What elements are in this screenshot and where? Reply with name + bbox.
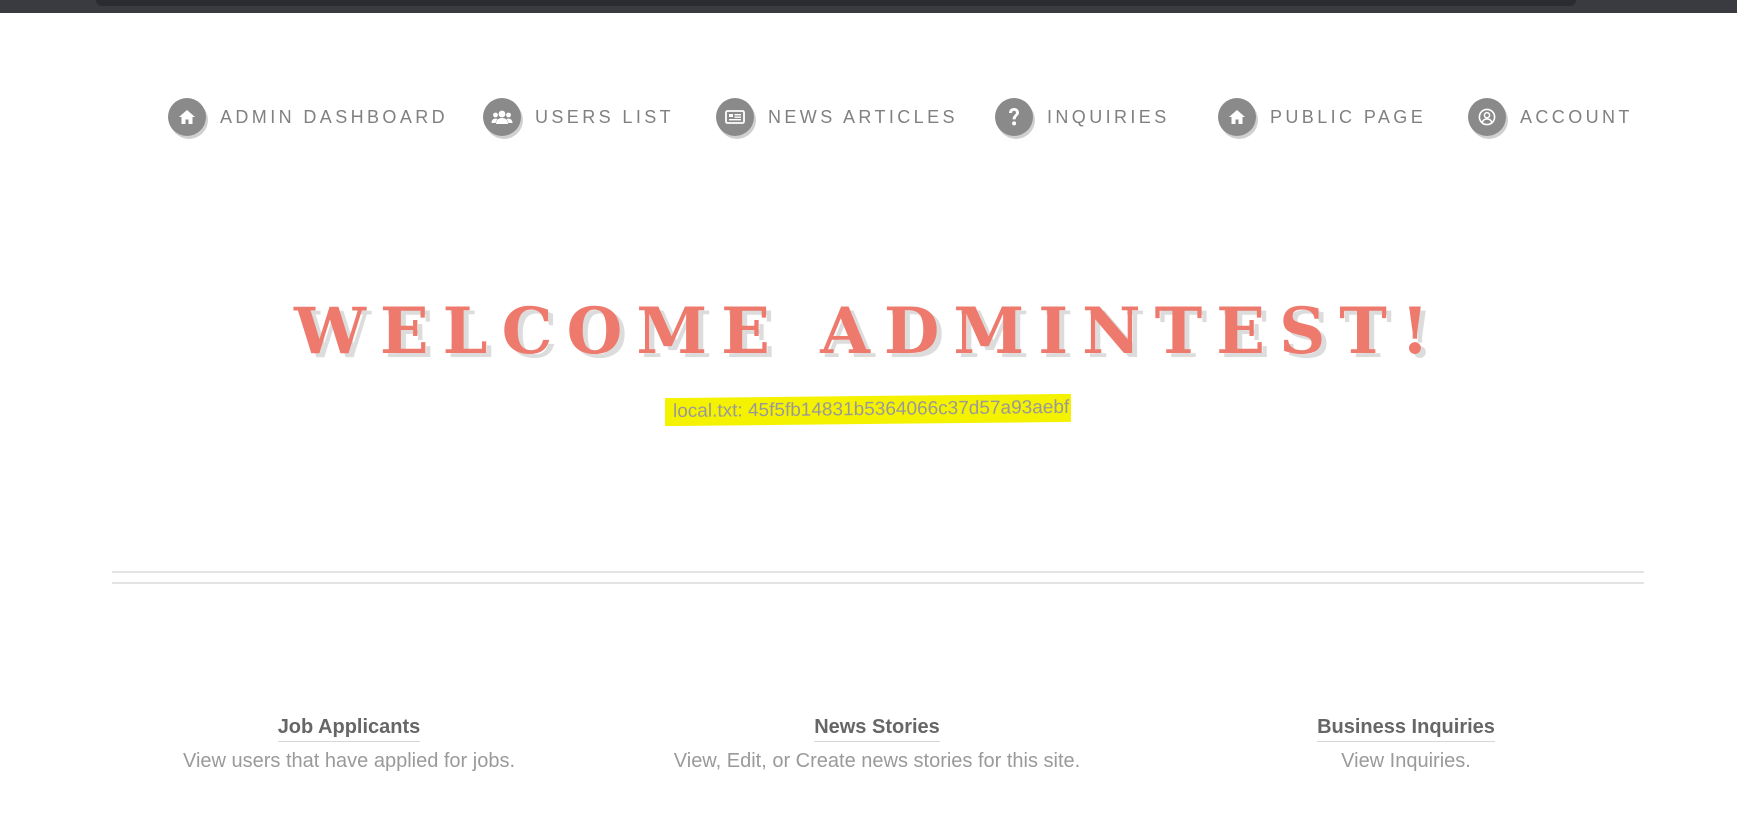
nav-item-inquiries[interactable]: INQUIRIES <box>995 98 1170 136</box>
nav-item-news-articles[interactable]: NEWS ARTICLES <box>716 98 958 136</box>
card-description: View, Edit, or Create news stories for t… <box>673 750 1081 772</box>
nav-item-users-list[interactable]: USERS LIST <box>483 98 674 136</box>
card-description: View Inquiries. <box>1341 750 1471 772</box>
card-description: View users that have applied for jobs. <box>182 750 516 772</box>
card-job-applicants: Job Applicants View users that have appl… <box>149 716 549 773</box>
users-icon <box>483 98 521 136</box>
divider-top <box>112 571 1644 573</box>
main-nav: ADMIN DASHBOARD USERS LIST NEWS ARTICLES… <box>0 98 1737 140</box>
user-circle-icon <box>1468 98 1506 136</box>
card-title-business-inquiries[interactable]: Business Inquiries <box>1317 716 1495 742</box>
home-icon <box>168 98 206 136</box>
flag-text: local.txt: 45f5fb14831b5364066c37d57a93a… <box>665 393 1072 427</box>
nav-item-admin-dashboard[interactable]: ADMIN DASHBOARD <box>168 98 448 136</box>
card-news-stories: News Stories View, Edit, or Create news … <box>627 716 1127 773</box>
nav-label-news-articles: NEWS ARTICLES <box>768 106 958 127</box>
browser-top-bar-inner <box>96 0 1576 6</box>
home-icon <box>1218 98 1256 136</box>
divider-bottom <box>112 582 1644 584</box>
nav-label-inquiries: INQUIRIES <box>1047 106 1170 127</box>
welcome-title: WELCOME ADMINTEST! <box>293 294 1444 369</box>
nav-item-account[interactable]: ACCOUNT <box>1468 98 1633 136</box>
nav-label-public-page: PUBLIC PAGE <box>1270 106 1427 127</box>
question-icon <box>995 98 1033 136</box>
nav-label-users-list: USERS LIST <box>535 106 675 127</box>
nav-label-account: ACCOUNT <box>1520 106 1633 127</box>
nav-label-admin-dashboard: ADMIN DASHBOARD <box>220 106 449 127</box>
flag-wrapper: local.txt: 45f5fb14831b5364066c37d57a93a… <box>0 393 1737 427</box>
newspaper-icon <box>716 98 754 136</box>
card-business-inquiries: Business Inquiries View Inquiries. <box>1206 716 1606 773</box>
card-title-news-stories[interactable]: News Stories <box>814 716 940 742</box>
card-title-job-applicants[interactable]: Job Applicants <box>277 716 421 742</box>
browser-top-bar <box>0 0 1737 13</box>
nav-item-public-page[interactable]: PUBLIC PAGE <box>1218 98 1426 136</box>
